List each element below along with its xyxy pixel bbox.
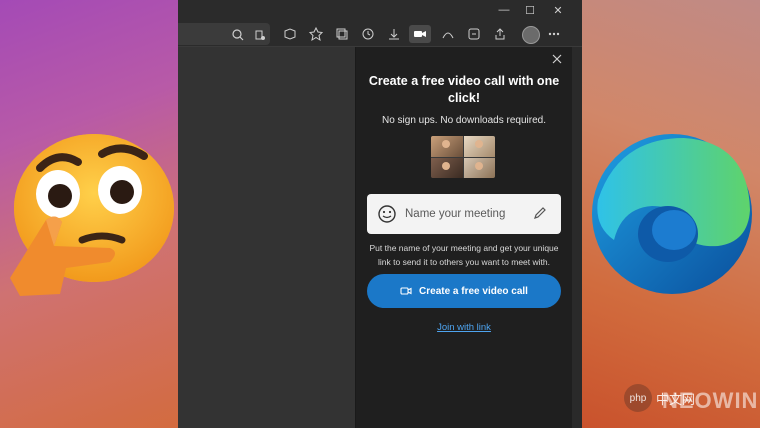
panel-title: Create a free video call with one click!: [368, 74, 560, 105]
edge-logo-icon: [592, 134, 752, 294]
math-solver-icon[interactable]: [466, 26, 482, 42]
title-bar: — ☐ ✕: [178, 0, 582, 22]
smiley-icon: [378, 205, 396, 223]
more-icon[interactable]: [546, 26, 562, 42]
scrollbar[interactable]: [572, 47, 582, 428]
video-call-preview-image: [431, 136, 495, 178]
collections-icon[interactable]: [334, 26, 350, 42]
video-call-panel: Create a free video call with one click!…: [356, 47, 572, 428]
close-icon: [552, 54, 562, 64]
close-panel-button[interactable]: [550, 53, 564, 67]
history-icon[interactable]: [360, 26, 376, 42]
maximize-button[interactable]: ☐: [520, 4, 540, 17]
profile-avatar[interactable]: [522, 26, 540, 44]
edit-pencil-icon[interactable]: [532, 205, 548, 221]
page-content-area: [178, 47, 355, 428]
create-video-call-label: Create a free video call: [419, 285, 528, 297]
performance-icon[interactable]: [440, 26, 456, 42]
address-bar[interactable]: [178, 23, 270, 45]
read-aloud-icon[interactable]: [252, 27, 268, 43]
video-call-icon: [414, 31, 426, 37]
meeting-help-text: Put the name of your meeting and get you…: [369, 243, 559, 267]
meeting-name-field[interactable]: [367, 194, 561, 234]
zoom-icon[interactable]: [230, 27, 246, 43]
extensions-icon[interactable]: [282, 26, 298, 42]
create-video-call-button[interactable]: Create a free video call: [367, 274, 561, 308]
video-call-button[interactable]: [409, 25, 431, 43]
meet-now-icon: [400, 287, 412, 295]
share-icon[interactable]: [492, 26, 508, 42]
panel-subtitle: No sign ups. No downloads required.: [382, 115, 546, 126]
favorites-icon[interactable]: [308, 26, 324, 42]
browser-window: — ☐ ✕ Create a free video call with one …: [178, 0, 582, 428]
meeting-name-input[interactable]: [405, 205, 525, 223]
php-watermark-logo: php: [624, 384, 652, 412]
downloads-icon[interactable]: [386, 26, 402, 42]
thinking-face-emoji: [10, 134, 174, 296]
close-window-button[interactable]: ✕: [548, 4, 568, 17]
minimize-button[interactable]: —: [494, 4, 514, 16]
browser-toolbar: [178, 22, 582, 47]
join-with-link[interactable]: Join with link: [366, 322, 562, 333]
neowin-watermark: NEOWIN: [662, 388, 759, 413]
